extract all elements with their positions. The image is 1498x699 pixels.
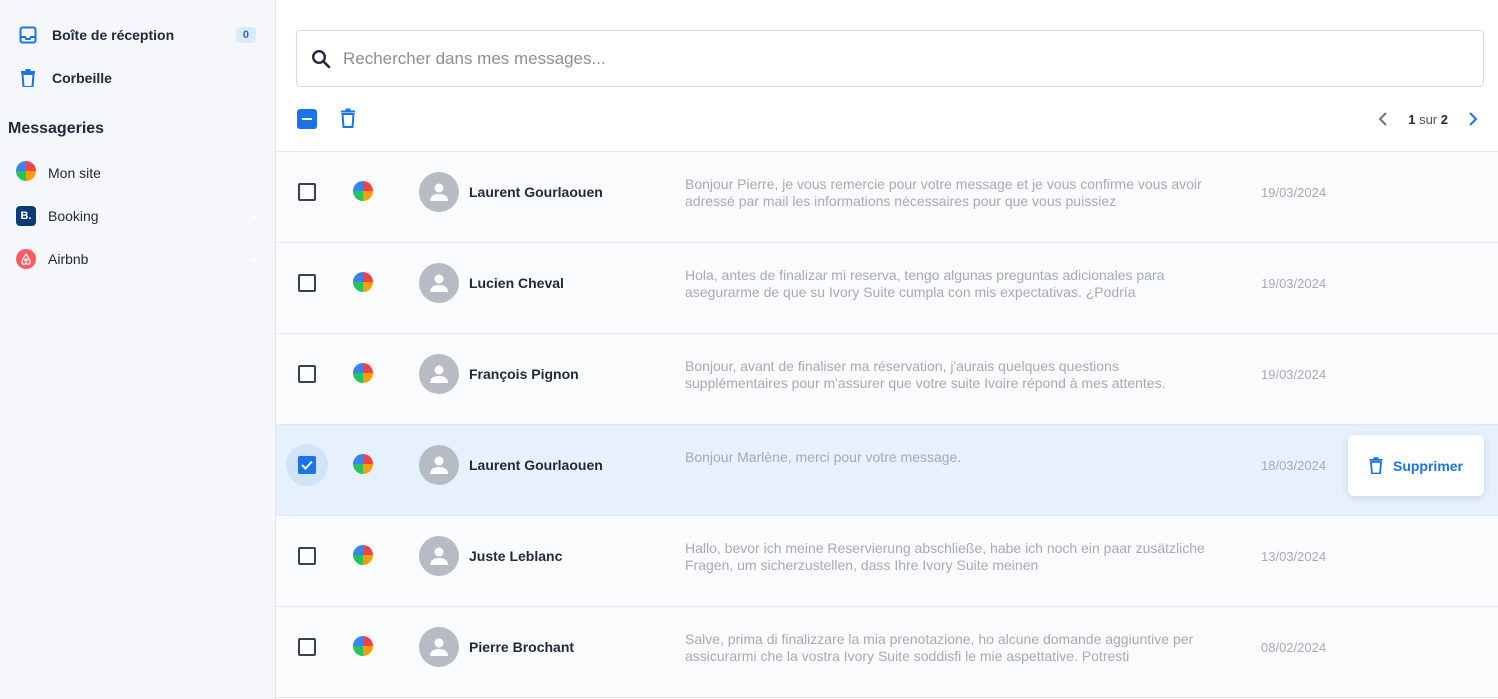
sidebar-item-label: Boîte de réception bbox=[52, 27, 175, 43]
trash-icon bbox=[341, 108, 355, 128]
sender-name: Laurent Gourlaouen bbox=[469, 184, 603, 200]
row-checkbox[interactable] bbox=[298, 365, 316, 383]
separator-dot bbox=[253, 214, 256, 218]
sender-name: Pierre Brochant bbox=[469, 639, 575, 655]
message-preview: Salve, prima di finalizzare la mia preno… bbox=[685, 631, 1194, 664]
unread-count-badge: 0 bbox=[235, 27, 256, 43]
avatar bbox=[419, 627, 459, 667]
chevron-left-icon bbox=[1378, 112, 1387, 126]
sidebar-item-mon-site[interactable]: Mon site bbox=[16, 157, 256, 189]
mon-site-logo-icon bbox=[353, 545, 373, 565]
message-row[interactable]: Laurent Gourlaouen Bonjour Marlène, merc… bbox=[276, 425, 1498, 516]
sender-name: Laurent Gourlaouen bbox=[469, 457, 603, 473]
mon-site-logo-icon bbox=[353, 454, 373, 474]
row-checkbox[interactable] bbox=[298, 547, 316, 565]
mon-site-logo-icon bbox=[16, 160, 36, 186]
message-date: 19/03/2024 bbox=[1261, 367, 1327, 382]
message-preview: Bonjour Marlène, merci pour votre messag… bbox=[685, 449, 962, 465]
airbnb-logo-icon bbox=[16, 249, 36, 269]
trash-icon bbox=[1369, 457, 1385, 475]
row-checkbox[interactable] bbox=[298, 183, 316, 201]
select-all-checkbox[interactable] bbox=[297, 109, 317, 129]
trash-icon bbox=[16, 66, 40, 90]
chevron-right-icon bbox=[1469, 112, 1478, 126]
message-date: 08/02/2024 bbox=[1261, 640, 1327, 655]
next-page-button[interactable] bbox=[1462, 108, 1484, 130]
message-preview: Hola, antes de finalizar mi reserva, ten… bbox=[685, 267, 1165, 300]
search-input[interactable] bbox=[343, 48, 1483, 69]
sidebar-item-airbnb[interactable]: Airbnb bbox=[16, 243, 256, 275]
sidebar-item-label: Booking bbox=[48, 208, 99, 224]
message-date: 19/03/2024 bbox=[1261, 185, 1327, 200]
row-checkbox[interactable] bbox=[298, 638, 316, 656]
sidebar-item-label: Corbeille bbox=[52, 70, 112, 86]
avatar bbox=[419, 445, 459, 485]
bulk-delete-button[interactable] bbox=[340, 108, 360, 130]
page-separator: sur bbox=[1419, 111, 1438, 127]
sidebar: Boîte de réception 0 Corbeille Messageri… bbox=[0, 0, 276, 699]
message-preview: Bonjour, avant de finaliser ma réservati… bbox=[685, 358, 1166, 391]
mon-site-logo-icon bbox=[353, 272, 373, 292]
avatar bbox=[419, 536, 459, 576]
section-title-messageries: Messageries bbox=[8, 120, 105, 137]
mon-site-logo-icon bbox=[353, 636, 373, 656]
message-row[interactable]: Laurent Gourlaouen Bonjour Pierre, je vo… bbox=[276, 152, 1498, 243]
sender-name: Juste Leblanc bbox=[469, 548, 563, 564]
total-pages: 2 bbox=[1440, 111, 1448, 127]
message-list: Laurent Gourlaouen Bonjour Pierre, je vo… bbox=[276, 151, 1498, 698]
inbox-icon bbox=[16, 23, 40, 47]
sidebar-item-inbox[interactable]: Boîte de réception 0 bbox=[16, 19, 256, 51]
avatar bbox=[419, 354, 459, 394]
delete-button-label: Supprimer bbox=[1392, 457, 1463, 474]
message-preview: Hallo, bevor ich meine Reservierung absc… bbox=[685, 540, 1205, 573]
message-row[interactable]: François Pignon Bonjour, avant de finali… bbox=[276, 334, 1498, 425]
sidebar-item-label: Airbnb bbox=[48, 251, 89, 267]
delete-message-button[interactable]: Supprimer bbox=[1348, 435, 1484, 496]
message-row[interactable]: Juste Leblanc Hallo, bevor ich meine Res… bbox=[276, 516, 1498, 607]
message-date: 19/03/2024 bbox=[1261, 276, 1327, 291]
previous-page-button[interactable] bbox=[1372, 108, 1394, 130]
sidebar-item-label: Mon site bbox=[48, 165, 101, 181]
mon-site-logo-icon bbox=[353, 363, 373, 383]
sidebar-item-trash[interactable]: Corbeille bbox=[16, 62, 256, 94]
sidebar-item-booking[interactable]: B. Booking bbox=[16, 200, 256, 232]
avatar bbox=[419, 172, 459, 212]
row-checkbox[interactable] bbox=[298, 274, 316, 292]
search-bar bbox=[296, 30, 1484, 87]
message-date: 13/03/2024 bbox=[1261, 549, 1327, 564]
sender-name: François Pignon bbox=[469, 366, 579, 382]
message-row[interactable]: Lucien Cheval Hola, antes de finalizar m… bbox=[276, 243, 1498, 334]
avatar bbox=[419, 263, 459, 303]
mon-site-logo-icon bbox=[353, 181, 373, 201]
page-indicator: 1 sur 2 bbox=[1408, 112, 1448, 127]
message-date: 18/03/2024 bbox=[1261, 458, 1327, 473]
booking-logo-icon: B. bbox=[16, 206, 36, 226]
pagination: 1 sur 2 bbox=[1372, 108, 1484, 130]
separator-dot bbox=[253, 257, 256, 261]
sender-name: Lucien Cheval bbox=[469, 275, 564, 291]
message-row[interactable]: Pierre Brochant Salve, prima di finalizz… bbox=[276, 607, 1498, 698]
current-page: 1 bbox=[1408, 111, 1416, 127]
search-icon bbox=[311, 48, 333, 70]
message-preview: Bonjour Pierre, je vous remercie pour vo… bbox=[685, 176, 1202, 209]
row-checkbox[interactable] bbox=[298, 456, 316, 474]
checkmark-icon bbox=[301, 460, 313, 470]
